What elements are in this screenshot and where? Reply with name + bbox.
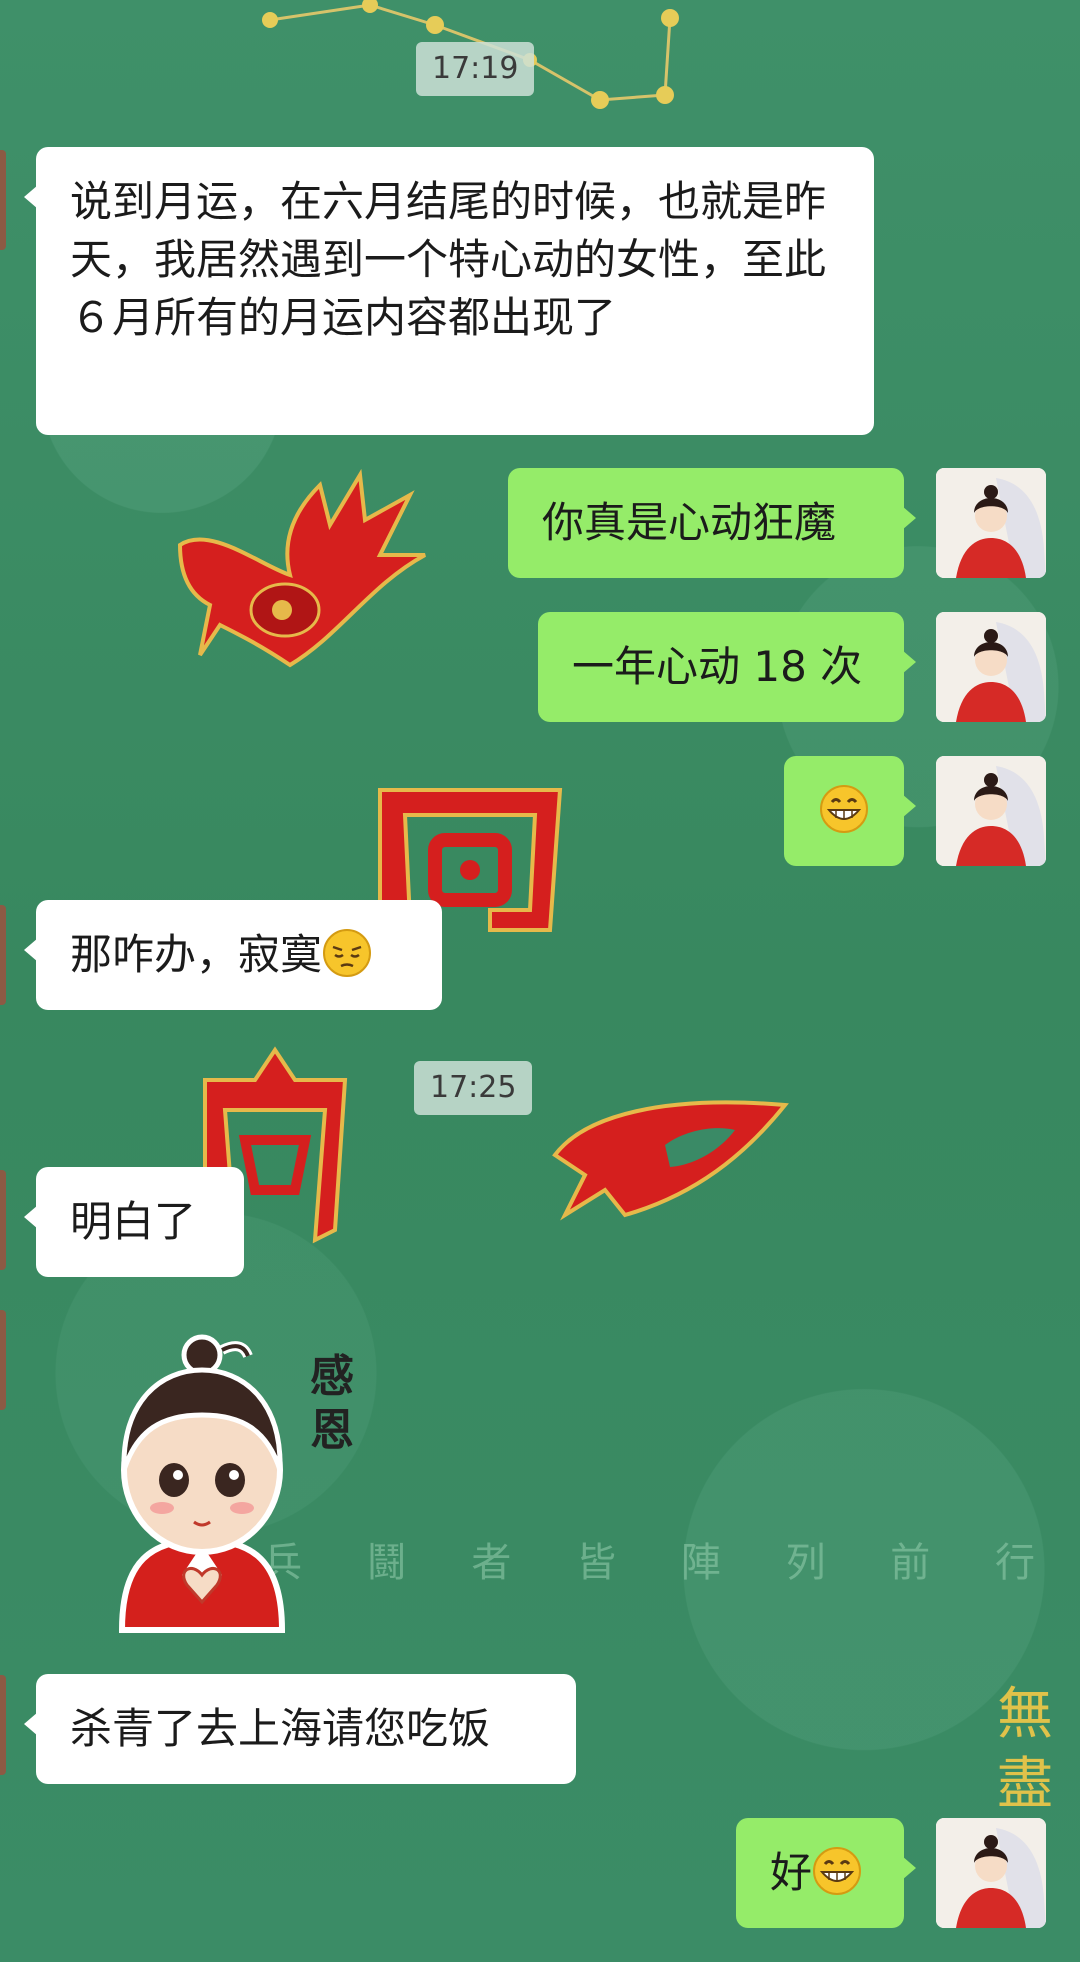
message-bubble-outgoing[interactable]	[784, 756, 916, 866]
red-bird-symbol	[177, 468, 426, 668]
user-avatar[interactable]	[936, 1818, 1046, 1928]
message-text: 说到月运，在六月结尾的时候，也就是昨天，我居然遇到一个特心动的女性，至此６月所有…	[70, 177, 827, 342]
message-text: 那咋办，寂寞	[70, 930, 323, 979]
sender-avatar[interactable]	[0, 905, 6, 1005]
message-bubble-incoming[interactable]: 说到月运，在六月结尾的时候，也就是昨天，我居然遇到一个特心动的女性，至此６月所有…	[24, 147, 874, 435]
wallpaper-text: 兵 鬪 者 皆 陣 列 前 行	[262, 1540, 1062, 1586]
user-avatar[interactable]	[936, 468, 1046, 578]
timestamp: 17:19	[416, 42, 535, 96]
sender-avatar[interactable]	[0, 1310, 6, 1410]
sender-avatar[interactable]	[0, 1675, 6, 1775]
pensive-emoji-icon	[323, 929, 372, 977]
message-bubble-outgoing[interactable]: 你真是心动狂魔	[508, 468, 916, 578]
avatar-portrait-icon	[936, 1818, 1046, 1928]
message-bubble-incoming[interactable]: 那咋办，寂寞	[24, 900, 442, 1010]
message-bubble-incoming[interactable]: 明白了	[24, 1167, 244, 1277]
grin-emoji-icon	[813, 1847, 862, 1895]
sender-avatar[interactable]	[0, 150, 6, 250]
grin-emoji-icon	[820, 785, 868, 833]
red-eye-symbol	[552, 1100, 789, 1221]
avatar-portrait-icon	[936, 468, 1046, 578]
message-text: 杀青了去上海请您吃饭	[70, 1704, 491, 1753]
message-text: 一年心动 18 次	[572, 642, 863, 691]
sender-avatar[interactable]	[0, 1170, 6, 1270]
user-avatar[interactable]	[936, 756, 1046, 866]
sticker-caption: 感恩	[310, 1351, 354, 1456]
message-text: 好	[770, 1848, 813, 1897]
user-avatar[interactable]	[936, 612, 1046, 722]
message-bubble-outgoing[interactable]: 一年心动 18 次	[538, 612, 916, 722]
message-text: 明白了	[70, 1197, 197, 1246]
timestamp: 17:25	[414, 1061, 533, 1115]
message-text: 你真是心动狂魔	[542, 498, 837, 547]
message-bubble-outgoing[interactable]: 好	[736, 1818, 916, 1928]
avatar-portrait-icon	[936, 612, 1046, 722]
wallpaper-seal-text: 無 盡	[997, 1682, 1053, 1817]
avatar-portrait-icon	[936, 756, 1046, 866]
message-bubble-incoming[interactable]: 杀青了去上海请您吃饭	[24, 1674, 576, 1784]
